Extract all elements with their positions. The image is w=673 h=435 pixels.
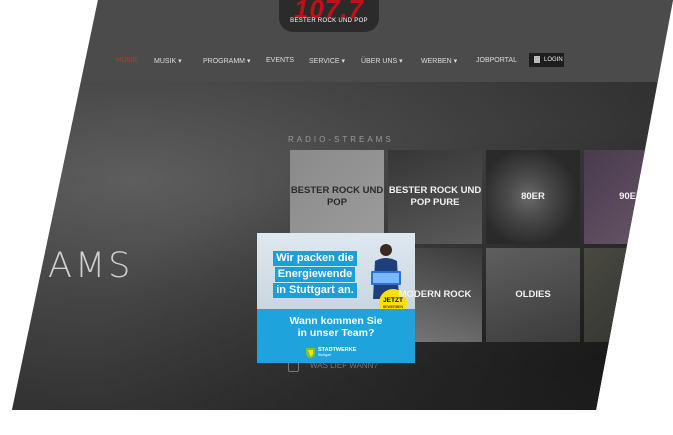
browser-page: 107.7 BESTER ROCK UND POP HOME MUSIK ▾ P… — [12, 0, 673, 410]
ad-cta-line: Wann kommen Sie — [289, 315, 383, 327]
stream-tile-label: LIV — [623, 289, 639, 300]
login-button[interactable]: LOGIN — [529, 53, 564, 67]
stream-tile-label: BESTER ROCK UND POP — [290, 185, 384, 208]
station-logo[interactable]: 107.7 BESTER ROCK UND POP — [279, 0, 379, 32]
ad-bottom-panel: Wann kommen Sie in unser Team? STADTWERK… — [257, 309, 415, 363]
nav-item-events[interactable]: EVENTS — [266, 57, 294, 64]
ad-headline-line: Energiewende — [274, 267, 356, 282]
stream-tile-live[interactable]: LIV — [584, 248, 673, 342]
stadtwerke-logo: STADTWERKE Stuttgart — [305, 347, 369, 359]
ad-top-panel: Wir packen die Energiewende in Stuttgart… — [257, 233, 415, 317]
main-navbar: 107.7 BESTER ROCK UND POP HOME MUSIK ▾ P… — [12, 0, 673, 82]
nav-item-werben[interactable]: WERBEN ▾ — [421, 57, 457, 65]
stream-tile-label: BESTER ROCK UND POP PURE — [388, 185, 482, 208]
brand-city: Stuttgart — [318, 353, 332, 357]
login-label: LOGIN — [544, 57, 563, 63]
ad-headline-line: Wir packen die — [273, 251, 357, 266]
stream-tile-rock-pop[interactable]: BESTER ROCK UND POP — [290, 150, 384, 244]
nav-item-ueber-uns[interactable]: ÜBER UNS ▾ — [361, 57, 403, 65]
nav-item-home[interactable]: HOME — [116, 57, 137, 64]
nav-item-jobportal[interactable]: JOBPORTAL — [476, 57, 517, 64]
job-advertisement[interactable]: Wir packen die Energiewende in Stuttgart… — [257, 233, 415, 363]
stream-tile-oldies[interactable]: OLDIES — [486, 248, 580, 342]
stream-tile-label: 80ER — [521, 191, 545, 202]
ad-headline-line: in Stuttgart an. — [273, 283, 357, 298]
stream-tile-label: MODERN ROCK — [398, 289, 472, 300]
stream-tile-90er[interactable]: 90ER — [584, 150, 673, 244]
stream-tile-label: 90ER — [619, 191, 643, 202]
ad-cta-line: in unser Team? — [297, 327, 375, 339]
leaf-shield-icon — [306, 348, 315, 359]
nav-item-programm[interactable]: PROGRAMM ▾ — [203, 57, 250, 65]
hero-title: AMS — [48, 246, 134, 286]
ad-headline: Wir packen die Energiewende in Stuttgart… — [265, 251, 365, 299]
stream-tile-label: OLDIES — [515, 289, 551, 300]
nav-item-service[interactable]: SERVICE ▾ — [309, 57, 345, 65]
ad-cta: Wann kommen Sie in unser Team? — [257, 315, 415, 339]
stream-tile-rock-pop-pure[interactable]: BESTER ROCK UND POP PURE — [388, 150, 482, 244]
stream-tile-80er[interactable]: 80ER — [486, 150, 580, 244]
nav-item-musik[interactable]: MUSIK ▾ — [154, 57, 182, 65]
logo-tagline: BESTER ROCK UND POP — [290, 18, 368, 24]
radio-streams-heading: RADIO-STREAMS — [288, 135, 394, 144]
user-icon — [534, 56, 540, 63]
